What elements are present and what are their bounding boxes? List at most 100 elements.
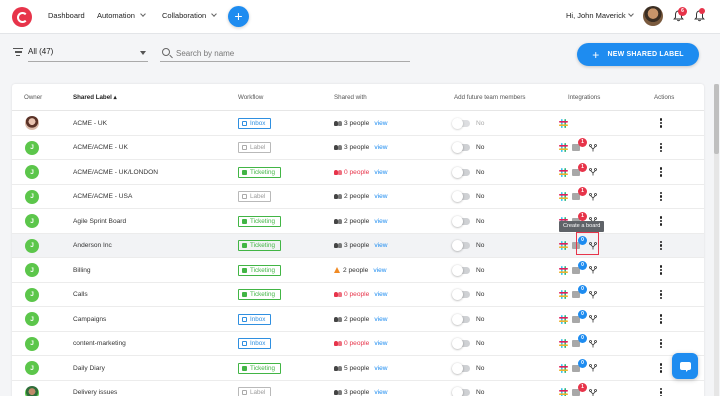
view-link[interactable]: view — [374, 316, 387, 323]
label-name[interactable]: ACME/ACME - USA — [73, 185, 132, 209]
slack-icon[interactable] — [559, 265, 568, 275]
slack-icon[interactable] — [559, 388, 568, 396]
table-row[interactable]: J Campaigns Inbox 2 people view No 0 — [12, 307, 704, 332]
app-logo-icon[interactable] — [12, 7, 32, 27]
nav-automation[interactable]: Automation — [97, 11, 146, 20]
workflow-branch-icon[interactable] — [589, 339, 597, 348]
search-input[interactable] — [176, 47, 406, 59]
more-vert-icon[interactable] — [660, 314, 663, 324]
row-actions-menu[interactable] — [660, 209, 663, 233]
workflow-branch-icon[interactable] — [589, 315, 597, 323]
row-actions-menu[interactable] — [660, 332, 663, 356]
workflow-branch-icon[interactable] — [589, 143, 597, 152]
alerts-icon[interactable] — [694, 8, 705, 22]
col-shared-label[interactable]: Shared Label ▴ — [73, 94, 117, 101]
label-name[interactable]: Agile Sprint Board — [73, 209, 126, 233]
future-members-toggle[interactable] — [452, 264, 470, 276]
trello-board-icon[interactable]: 0 — [572, 334, 587, 347]
filter-icon[interactable] — [13, 48, 23, 58]
more-vert-icon[interactable] — [660, 289, 663, 300]
view-link[interactable]: view — [374, 218, 387, 225]
workflow-badge[interactable]: Ticketing — [238, 264, 281, 276]
view-link[interactable]: view — [374, 169, 387, 176]
row-actions-menu[interactable] — [660, 283, 663, 307]
row-actions-menu[interactable] — [660, 234, 663, 258]
row-actions-menu[interactable] — [660, 381, 663, 396]
row-actions-menu[interactable] — [660, 258, 663, 282]
trello-board-icon[interactable]: 0 — [572, 285, 587, 298]
workflow-badge[interactable]: Label — [238, 142, 272, 153]
slack-icon[interactable] — [559, 167, 568, 177]
workflow-branch-icon[interactable] — [589, 266, 597, 274]
workflow-badge[interactable]: Inbox — [238, 117, 272, 129]
future-members-toggle[interactable] — [452, 387, 470, 396]
view-link[interactable]: view — [374, 389, 387, 396]
row-actions-menu[interactable] — [660, 136, 663, 160]
view-link[interactable]: view — [374, 193, 387, 200]
workflow-badge[interactable]: Label — [238, 387, 272, 396]
workflow-branch-icon[interactable] — [589, 364, 597, 372]
more-vert-icon[interactable] — [660, 118, 663, 128]
more-vert-icon[interactable] — [660, 338, 663, 349]
view-link[interactable]: view — [374, 340, 387, 347]
slack-icon[interactable] — [559, 143, 568, 152]
more-vert-icon[interactable] — [660, 167, 663, 177]
view-link[interactable]: view — [374, 144, 387, 151]
future-members-toggle[interactable] — [452, 313, 470, 325]
trello-board-icon[interactable]: 1 — [572, 162, 587, 176]
label-name[interactable]: ACME/ACME - UK — [73, 136, 128, 160]
workflow-badge[interactable]: Inbox — [238, 338, 272, 349]
label-name[interactable]: ACME - UK — [73, 111, 107, 135]
label-filter-select[interactable]: All (47) — [28, 47, 148, 62]
table-row[interactable]: Delivery issues Label 3 people view No 1 — [12, 381, 704, 396]
workflow-branch-icon[interactable] — [589, 290, 597, 299]
row-actions-menu[interactable] — [660, 356, 663, 380]
more-vert-icon[interactable] — [660, 191, 663, 202]
more-vert-icon[interactable] — [660, 387, 663, 396]
more-vert-icon[interactable] — [660, 363, 663, 373]
future-members-toggle[interactable] — [452, 338, 470, 349]
slack-icon[interactable] — [559, 363, 568, 373]
trello-board-icon[interactable]: 1 — [572, 187, 587, 200]
nav-collaboration[interactable]: Collaboration — [162, 11, 218, 20]
slack-icon[interactable] — [559, 339, 568, 348]
workflow-branch-icon[interactable] — [589, 192, 597, 201]
more-vert-icon[interactable] — [660, 240, 663, 251]
row-actions-menu[interactable] — [660, 185, 663, 209]
future-members-toggle[interactable] — [452, 166, 470, 178]
label-name[interactable]: content-marketing — [73, 332, 126, 356]
table-row[interactable]: ACME - UK Inbox 3 people view No — [12, 111, 704, 136]
label-name[interactable]: Delivery issues — [73, 381, 117, 396]
trello-board-icon[interactable]: 0 — [572, 358, 587, 372]
view-link[interactable]: view — [374, 242, 387, 249]
view-link[interactable]: view — [373, 267, 386, 274]
row-actions-menu[interactable] — [660, 160, 663, 184]
new-shared-label-button[interactable]: + NEW SHARED LABEL — [577, 43, 699, 66]
label-name[interactable]: Billing — [73, 258, 91, 282]
workflow-badge[interactable]: Ticketing — [238, 362, 281, 374]
chat-support-button[interactable] — [672, 353, 698, 379]
more-vert-icon[interactable] — [660, 142, 663, 153]
slack-icon[interactable] — [559, 192, 568, 201]
future-members-toggle[interactable] — [452, 117, 470, 129]
quick-add-button[interactable]: + — [228, 6, 249, 27]
row-actions-menu[interactable] — [660, 111, 663, 135]
table-row[interactable]: J ACME/ACME - USA Label 2 people view No 1 — [12, 185, 704, 209]
table-row[interactable]: J Calls Ticketing 0 people view No 0 — [12, 283, 704, 307]
slack-icon[interactable] — [559, 290, 568, 299]
label-name[interactable]: ACME/ACME - UK/LONDON — [73, 160, 158, 184]
table-row[interactable]: J Anderson Inc Ticketing 3 people view No 0 — [12, 233, 704, 258]
label-name[interactable]: Campaigns — [73, 307, 106, 331]
table-row[interactable]: J Daily Diary Ticketing 5 people view No 0 — [12, 356, 704, 381]
view-link[interactable]: view — [374, 291, 387, 298]
trello-board-icon[interactable]: 0 — [572, 309, 587, 323]
notifications-icon[interactable]: 6 — [673, 7, 687, 22]
future-members-toggle[interactable] — [452, 289, 470, 300]
slack-icon[interactable] — [559, 314, 568, 324]
trello-board-icon[interactable]: 1 — [572, 383, 587, 396]
future-members-toggle[interactable] — [452, 215, 470, 227]
more-vert-icon[interactable] — [660, 265, 663, 275]
user-avatar[interactable] — [643, 6, 663, 26]
workflow-branch-icon[interactable] — [589, 388, 597, 396]
slack-icon[interactable] — [559, 241, 568, 250]
